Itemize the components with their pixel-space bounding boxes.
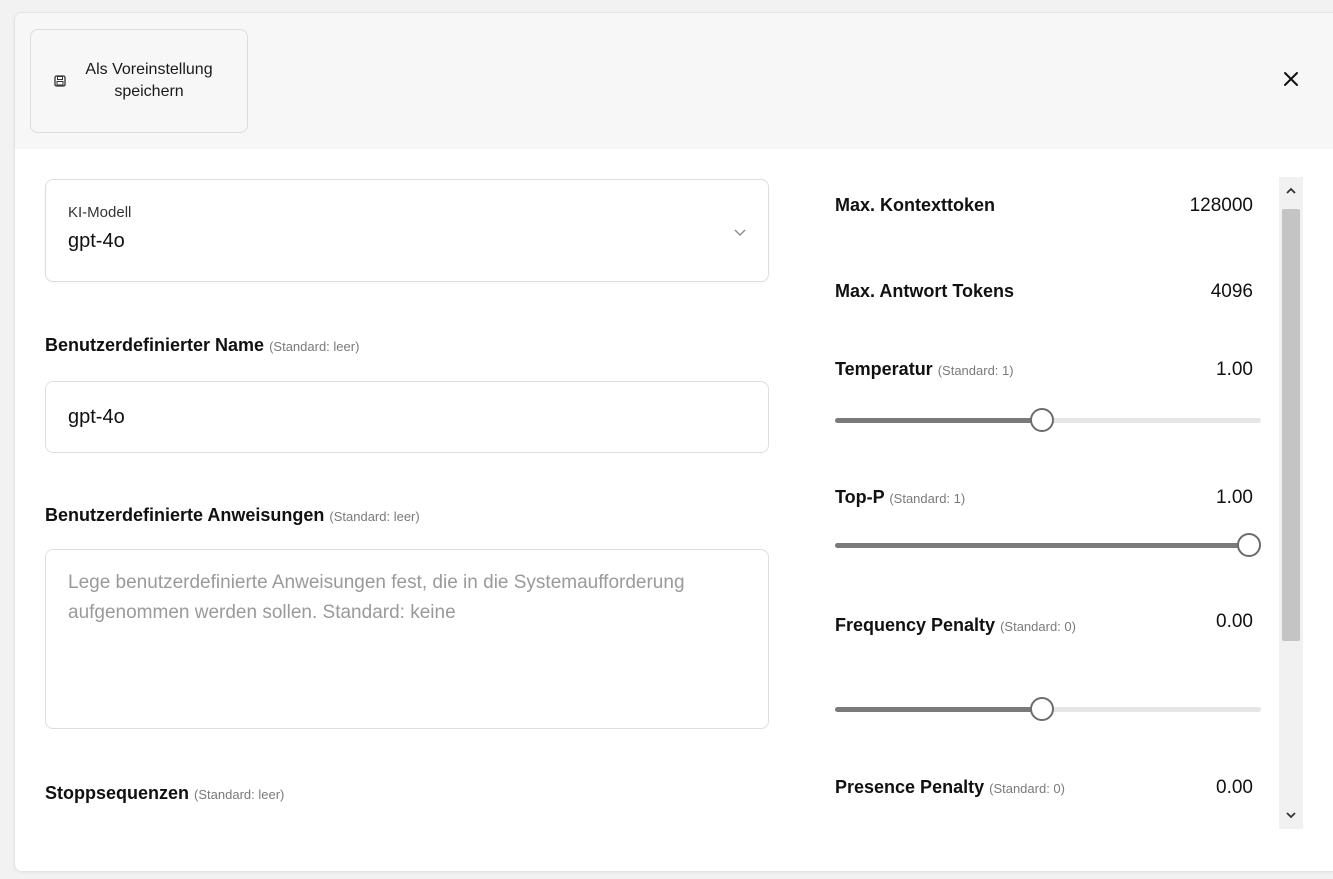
save-as-preset-button[interactable]: Als Voreinstellung speichern [30, 29, 248, 133]
frequency-penalty-hint: (Standard: 0) [1000, 619, 1076, 634]
dialog-header: Als Voreinstellung speichern [15, 13, 1333, 149]
slider-fill [835, 418, 1042, 423]
custom-name-input[interactable]: gpt-4o [45, 381, 769, 453]
slider-fill [835, 707, 1042, 712]
frequency-penalty-label: Frequency Penalty (Standard: 0) [835, 610, 1175, 642]
top-p-label: Top-P (Standard: 1) [835, 487, 965, 508]
slider-thumb[interactable] [1030, 697, 1054, 721]
temperature-value: 1.00 [1216, 359, 1253, 380]
presence-penalty-title: Presence Penalty [835, 777, 985, 797]
chevron-down-icon [1285, 807, 1297, 825]
max-response-value[interactable]: 4096 [1211, 281, 1253, 303]
temperature-title: Temperatur [835, 359, 933, 379]
presence-penalty-label: Presence Penalty (Standard: 0) [835, 777, 1065, 798]
close-icon [1283, 71, 1299, 92]
save-icon [54, 75, 66, 87]
custom-instructions-textarea[interactable]: Lege benutzerdefinierte Anweisungen fest… [45, 549, 769, 729]
preset-settings-dialog: Als Voreinstellung speichern KI-Modell g… [14, 12, 1333, 872]
temperature-slider[interactable] [835, 408, 1261, 432]
frequency-penalty-title: Frequency Penalty [835, 615, 996, 635]
scroll-down-arrow[interactable] [1279, 805, 1303, 827]
presence-penalty-value: 0.00 [1216, 777, 1253, 798]
top-p-slider[interactable] [835, 533, 1261, 557]
stop-sequences-label: Stoppsequenzen (Standard: leer) [45, 783, 284, 804]
custom-instructions-label: Benutzerdefinierte Anweisungen (Standard… [45, 505, 420, 526]
frequency-penalty-slider[interactable] [835, 697, 1261, 721]
temperature-hint: (Standard: 1) [937, 363, 1014, 378]
chevron-up-icon [1285, 183, 1297, 201]
max-context-label: Max. Kontexttoken [835, 195, 996, 215]
settings-scrollbar[interactable] [1279, 177, 1303, 829]
scroll-up-arrow[interactable] [1279, 181, 1303, 203]
save-as-preset-label: Als Voreinstellung speichern [85, 61, 213, 100]
custom-instructions-hint: (Standard: leer) [329, 509, 420, 524]
custom-name-label: Benutzerdefinierter Name (Standard: leer… [45, 335, 359, 356]
custom-name-title: Benutzerdefinierter Name [45, 335, 265, 355]
frequency-penalty-value: 0.00 [1216, 611, 1253, 632]
slider-thumb[interactable] [1030, 408, 1054, 432]
presence-penalty-hint: (Standard: 0) [989, 781, 1065, 796]
top-p-title: Top-P [835, 487, 885, 507]
temperature-label: Temperatur (Standard: 1) [835, 359, 1014, 380]
chevron-down-icon [732, 224, 748, 240]
max-context-value[interactable]: 128000 [1190, 195, 1253, 217]
model-select-value: gpt-4o [68, 230, 125, 252]
max-response-label: Max. Antwort Tokens [835, 281, 1015, 301]
custom-name-hint: (Standard: leer) [269, 339, 360, 354]
close-button[interactable] [1279, 69, 1303, 93]
top-p-value: 1.00 [1216, 487, 1253, 508]
scrollbar-thumb[interactable] [1282, 209, 1300, 641]
stop-sequences-title: Stoppsequenzen [45, 783, 190, 803]
custom-instructions-title: Benutzerdefinierte Anweisungen [45, 505, 325, 525]
model-select[interactable]: KI-Modell gpt-4o [45, 179, 769, 282]
top-p-hint: (Standard: 1) [889, 491, 966, 506]
slider-fill [835, 543, 1249, 548]
stop-sequences-hint: (Standard: leer) [194, 787, 285, 802]
model-select-label: KI-Modell [68, 204, 132, 221]
slider-thumb[interactable] [1237, 533, 1261, 557]
